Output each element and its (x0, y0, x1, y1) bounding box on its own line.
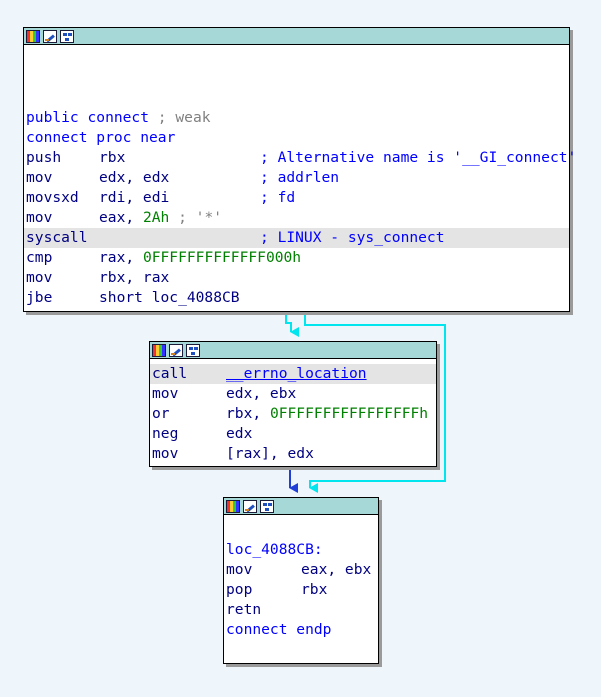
code-line[interactable]: mov [rax], edx (150, 444, 436, 464)
operand-group: rdi, edi (99, 188, 169, 208)
edit-pencil-icon[interactable] (243, 499, 257, 513)
edge-block1-to-block2 (285, 311, 299, 337)
code-line[interactable]: call __errno_location (150, 364, 436, 384)
code-line[interactable]: connect proc near (24, 128, 569, 148)
code-line[interactable]: pop rbx (224, 580, 378, 600)
operand: rbx (301, 581, 328, 598)
operand: rdi, edi (99, 189, 170, 206)
label-text: loc_4088CB: (226, 541, 323, 558)
mnemonic: push (26, 149, 62, 166)
mnemonic: mov (26, 269, 53, 286)
mnemonic: movsxd (26, 189, 79, 206)
mnemonic: syscall (26, 229, 88, 246)
graph-view-icon[interactable] (186, 343, 200, 357)
mnemonic: call (152, 365, 188, 382)
operand-group: short loc_4088CB (99, 288, 240, 308)
comment-text: ; fd (260, 189, 296, 206)
operand: eax, (99, 209, 143, 226)
mnemonic: jbe (26, 289, 53, 306)
operand-group: rbx (99, 148, 125, 168)
operand: eax, ebx (301, 561, 372, 578)
mnemonic: mov (226, 561, 253, 578)
operand-group: edx, ebx (226, 384, 296, 404)
operand-group: __errno_location (226, 364, 367, 384)
operand-group: rax, 0FFFFFFFFFFFFF000h (99, 248, 301, 268)
mnemonic: or (152, 405, 170, 422)
graph-view-icon[interactable] (260, 499, 274, 513)
operand-group: [rax], edx (226, 444, 314, 464)
code-line[interactable]: or rbx, 0FFFFFFFFFFFFFFFFh (150, 404, 436, 424)
block-titlebar (150, 342, 436, 359)
code-line[interactable]: push rbx ; Alternative name is '__GI_conne… (24, 148, 576, 168)
block-titlebar (24, 28, 569, 45)
comment-text: ; addrlen (260, 169, 340, 186)
code-line[interactable]: mov edx, edx ; addrlen (24, 168, 569, 188)
code-line[interactable]: mov eax, ebx (224, 560, 378, 580)
operand: rbx, rax (99, 269, 170, 286)
mnemonic: mov (26, 169, 53, 186)
operand: rbx (99, 149, 126, 166)
operand: __errno_location (226, 365, 367, 382)
code-line[interactable]: mov rbx, rax (24, 268, 569, 288)
code-line[interactable]: syscall ; LINUX - sys_connect (24, 228, 569, 248)
mnemonic: retn (226, 601, 262, 618)
mnemonic: mov (152, 445, 179, 462)
code-line[interactable]: mov eax, 2Ah ; '*' (24, 208, 569, 228)
color-palette-icon[interactable] (26, 29, 40, 43)
comment-text: ; '*' (169, 209, 223, 226)
operand: edx, edx (99, 169, 170, 186)
code-line[interactable]: loc_4088CB: (224, 540, 378, 560)
code-block-connect-entry[interactable]: public connect ; weak connect proc near pu… (23, 27, 576, 312)
mnemonic: neg (152, 425, 179, 442)
color-palette-icon[interactable] (152, 343, 166, 357)
mnemonic: mov (152, 385, 179, 402)
code-line[interactable]: movsxd rdi, edi ; fd (24, 188, 569, 208)
code-line[interactable]: cmp rax, 0FFFFFFFFFFFFF000h (24, 248, 569, 268)
mnemonic: pop (226, 581, 253, 598)
operand-group: rbx, rax (99, 268, 169, 288)
comment-text: ; LINUX - sys_connect (260, 229, 445, 246)
operand: edx (226, 425, 253, 442)
operand-group: rbx, 0FFFFFFFFFFFFFFFFh (226, 404, 428, 424)
operand: [rax], edx (226, 445, 314, 462)
mnemonic: cmp (26, 249, 53, 266)
operand-group: eax, 2Ah ; '*' (99, 208, 222, 228)
code-line[interactable]: neg edx (150, 424, 436, 444)
color-palette-icon[interactable] (226, 499, 240, 513)
immediate-value: 0FFFFFFFFFFFFF000h (142, 249, 302, 266)
label-text: public connect (26, 109, 150, 126)
code-line[interactable]: retn (224, 600, 378, 620)
operand: rbx, (226, 405, 270, 422)
graph-view-icon[interactable] (60, 29, 74, 43)
code-line[interactable]: jbe short loc_4088CB (24, 288, 569, 308)
immediate-value: 2Ah (142, 209, 170, 226)
block-titlebar (224, 498, 378, 515)
operand-group: edx (226, 424, 252, 444)
code-line[interactable]: public connect ; weak (24, 108, 569, 128)
operand: short loc_4088CB (99, 289, 240, 306)
code-line[interactable]: connect endp (224, 620, 378, 640)
label-text: connect endp (226, 621, 332, 638)
comment-text: ; Alternative name is '__GI_connect' (260, 149, 577, 166)
code-block-errno[interactable]: call __errno_locationmov edx, ebx or rbx, 0F… (149, 341, 437, 467)
operand: edx, ebx (226, 385, 297, 402)
edit-pencil-icon[interactable] (169, 343, 183, 357)
mnemonic: mov (26, 209, 53, 226)
operand-group: rbx (301, 580, 327, 600)
label-text: connect proc near (26, 129, 176, 146)
code-line[interactable]: mov edx, ebx (150, 384, 436, 404)
edit-pencil-icon[interactable] (43, 29, 57, 43)
operand-group: edx, edx (99, 168, 169, 188)
operand: rax, (99, 249, 143, 266)
comment-text: ; weak (149, 109, 211, 126)
code-block-loc-4088cb[interactable]: loc_4088CB:mov eax, ebx pop rbx retn connect … (223, 497, 379, 664)
immediate-value: 0FFFFFFFFFFFFFFFFh (269, 405, 429, 422)
operand-group: eax, ebx (301, 560, 371, 580)
